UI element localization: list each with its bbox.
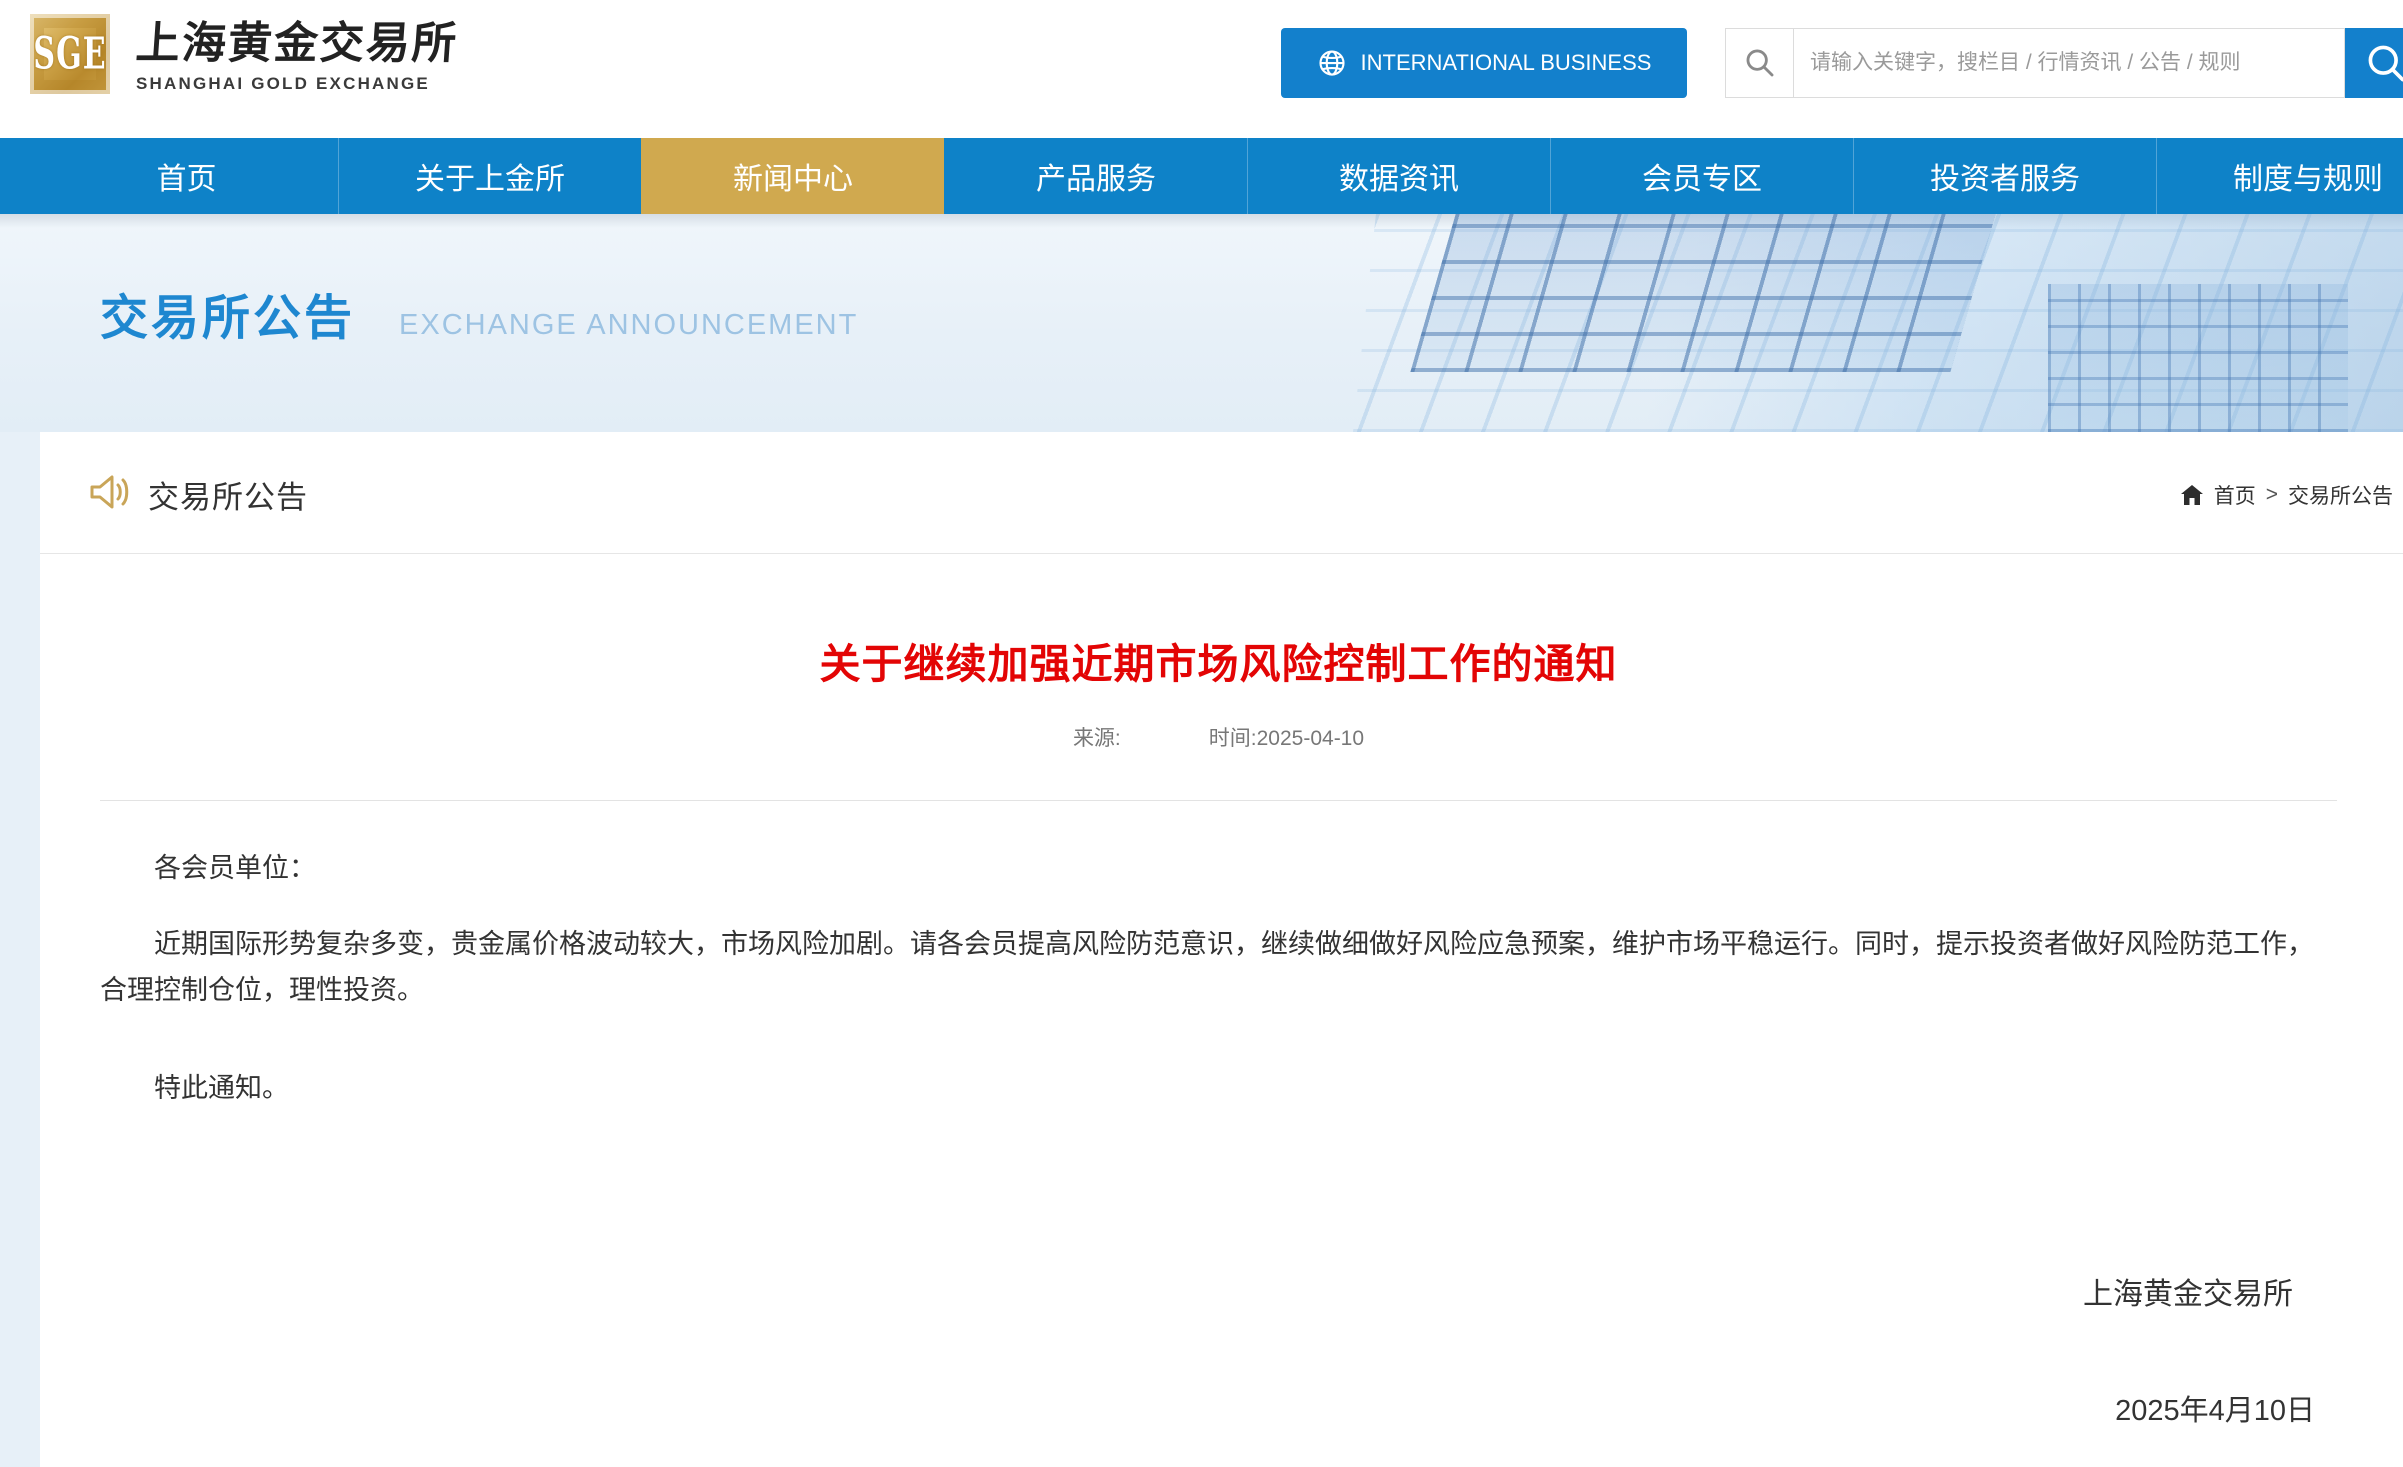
banner-titles: 交易所公告 EXCHANGE ANNOUNCEMENT: [100, 278, 858, 348]
search-input[interactable]: [1794, 29, 2344, 97]
international-business-button[interactable]: INTERNATIONAL BUSINESS: [1281, 28, 1687, 98]
speaker-icon: [86, 470, 134, 514]
banner-title-en: EXCHANGE ANNOUNCEMENT: [399, 309, 859, 341]
article-time-value: 2025-04-10: [1256, 727, 1365, 750]
signature: 上海黄金交易所: [2083, 1278, 2293, 1311]
banner: 交易所公告 EXCHANGE ANNOUNCEMENT: [0, 214, 2403, 432]
sge-logo-letters: SGE: [33, 28, 107, 80]
banner-steel-frame-graphic: [1410, 214, 1996, 372]
nav-item-members[interactable]: 会员专区: [1550, 138, 1853, 214]
signature-date: 2025年4月10日: [2115, 1395, 2315, 1427]
article-paragraph: 各会员单位：: [154, 853, 316, 883]
search-submit-button[interactable]: [2345, 28, 2403, 98]
breadcrumb-home-link[interactable]: 首页: [2214, 480, 2256, 510]
brand-name-en: SHANGHAI GOLD EXCHANGE: [136, 74, 430, 93]
sge-logo-icon: SGE: [30, 14, 110, 94]
announcement-article: 关于继续加强近期市场风险控制工作的通知 来源: 时间:2025-04-10 各会…: [40, 630, 2403, 1429]
top-header: SGE 上海黄金交易所 SHANGHAI GOLD EXCHANGE INTER…: [0, 0, 2403, 138]
article-title: 关于继续加强近期市场风险控制工作的通知: [819, 641, 1618, 687]
breadcrumb: 首页 > 交易所公告: [2180, 480, 2393, 510]
brand-text: 上海黄金交易所 SHANGHAI GOLD EXCHANGE: [134, 12, 460, 94]
article-paragraph: 特此通知。: [154, 1073, 289, 1103]
section-header: 交易所公告 首页 > 交易所公告: [40, 432, 2403, 554]
nav-item-rules[interactable]: 制度与规则: [2156, 138, 2403, 214]
article-source-label: 来源:: [1072, 727, 1121, 750]
content-panel: 交易所公告 首页 > 交易所公告 关于继续加强近期市场风险控制工作的通知 来源:…: [40, 432, 2403, 1467]
nav-item-home[interactable]: 首页: [35, 138, 338, 214]
nav-item-investors[interactable]: 投资者服务: [1853, 138, 2156, 214]
search-submit-icon: [2368, 45, 2403, 82]
breadcrumb-current: 交易所公告: [2288, 485, 2393, 508]
globe-icon: [1318, 50, 1345, 76]
nav-item-data[interactable]: 数据资讯: [1247, 138, 1550, 214]
international-business-label: INTERNATIONAL BUSINESS: [1360, 50, 1652, 75]
nav-item-news[interactable]: 新闻中心: [641, 138, 944, 214]
nav-item-about[interactable]: 关于上金所: [338, 138, 641, 214]
search-bar: [1725, 28, 2345, 98]
banner-tower-graphic: [2048, 284, 2348, 432]
divider: [100, 800, 2337, 801]
article-paragraph: 近期国际形势复杂多变，贵金属价格波动较大，市场风险加剧。请各会员提高风险防范意识…: [100, 929, 2314, 1005]
article-meta: 来源: 时间:2025-04-10: [100, 722, 2337, 752]
home-icon: [2180, 485, 2203, 505]
banner-title-zh: 交易所公告: [100, 292, 356, 345]
article-time-label: 时间:: [1208, 727, 1257, 750]
article-time: 时间:2025-04-10: [1209, 722, 1364, 752]
section-title: 交易所公告: [148, 480, 308, 515]
main-nav: 首页 关于上金所 新闻中心 产品服务 数据资讯 会员专区 投资者服务 制度与规则: [0, 138, 2403, 214]
nav-item-products[interactable]: 产品服务: [944, 138, 1247, 214]
breadcrumb-separator: >: [2265, 483, 2278, 506]
brand-logo[interactable]: SGE 上海黄金交易所 SHANGHAI GOLD EXCHANGE: [30, 12, 460, 102]
brand-name-zh: 上海黄金交易所: [134, 18, 460, 69]
search-icon: [1726, 29, 1794, 97]
page: SGE 上海黄金交易所 SHANGHAI GOLD EXCHANGE INTER…: [0, 0, 2403, 1467]
